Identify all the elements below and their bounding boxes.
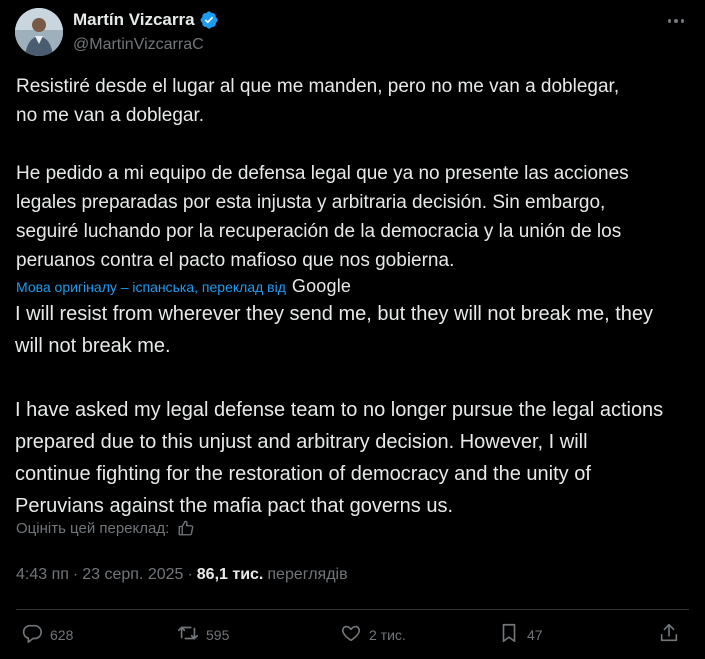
bookmark-button[interactable]: 47 xyxy=(498,622,543,647)
reply-count: 628 xyxy=(50,626,74,643)
verified-badge-icon xyxy=(199,10,219,30)
meta-separator-2: · xyxy=(187,566,193,583)
repost-count: 595 xyxy=(206,626,230,643)
author-handle[interactable]: @MartinVizcarraC xyxy=(73,36,204,54)
google-logo: Google xyxy=(291,276,352,296)
bookmark-count: 47 xyxy=(527,626,543,643)
author-display-name[interactable]: Martín Vizcarra xyxy=(73,10,195,30)
share-icon xyxy=(658,622,680,647)
more-icon[interactable] xyxy=(662,10,690,32)
translated-paragraph-2: I have asked my legal defense team to no… xyxy=(15,399,664,517)
translation-source-link[interactable]: Мова оригіналу – іспанська, переклад від xyxy=(16,279,286,295)
meta-separator: · xyxy=(72,566,79,583)
tweet-original-text: Resistiré desde el lugar al que me mande… xyxy=(16,72,676,275)
avatar[interactable] xyxy=(15,8,63,56)
tweet-date[interactable]: 23 серп. 2025 xyxy=(82,566,183,584)
repost-icon xyxy=(177,622,199,647)
rate-translation-row: Оцініть цей переклад: xyxy=(16,519,195,537)
translation-note: Мова оригіналу – іспанська, переклад від… xyxy=(16,276,351,297)
tweet-time[interactable]: 4:43 пп xyxy=(16,566,69,584)
bookmark-icon xyxy=(498,622,520,647)
reply-button[interactable]: 628 xyxy=(21,622,73,647)
tweet-translated-text: I will resist from wherever they send me… xyxy=(15,298,705,522)
tweet-card: Martín Vizcarra @MartinVizcarraC Resisti… xyxy=(0,0,705,659)
views-count: 86,1 тис. xyxy=(196,566,264,583)
original-paragraph-1: Resistiré desde el lugar al que me mande… xyxy=(16,76,620,126)
thumbs-up-icon[interactable] xyxy=(177,519,195,537)
like-button[interactable]: 2 тис. xyxy=(340,622,406,647)
avatar-image xyxy=(15,8,63,56)
repost-button[interactable]: 595 xyxy=(177,622,229,647)
rate-translation-label: Оцініть цей переклад: xyxy=(16,519,170,537)
tweet-meta: 4:43 пп · 23 серп. 2025 · 86,1 тис. пере… xyxy=(16,566,348,584)
reply-icon xyxy=(21,622,43,647)
translated-paragraph-1: I will resist from wherever they send me… xyxy=(15,303,654,357)
author-name-row: Martín Vizcarra xyxy=(73,10,219,30)
share-button[interactable] xyxy=(658,622,680,647)
original-paragraph-2: He pedido a mi equipo de defensa legal q… xyxy=(16,163,629,271)
views-label: переглядів xyxy=(267,566,348,583)
action-bar: 628 595 2 тис. 47 xyxy=(0,622,705,652)
like-count: 2 тис. xyxy=(369,626,406,643)
divider xyxy=(16,609,689,610)
heart-icon xyxy=(340,622,362,647)
